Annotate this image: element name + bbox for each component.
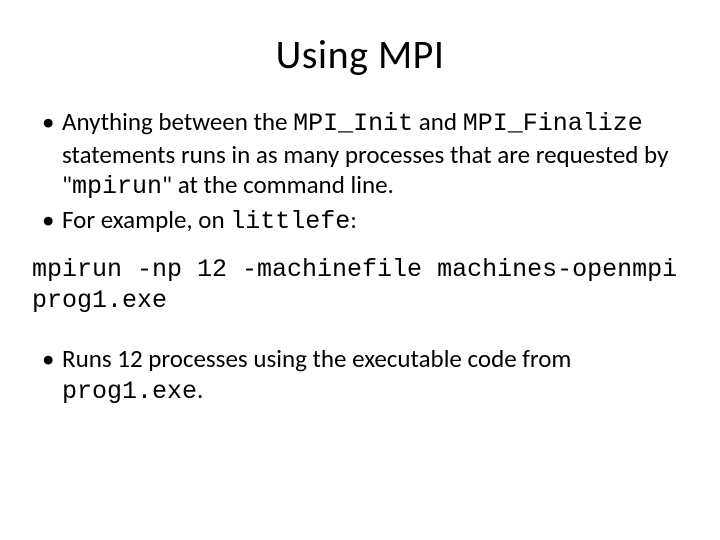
text: " at the command line. [162,169,394,200]
text: For example, on [62,204,230,235]
text: Anything between the [62,106,293,137]
bullet-item: Anything between the MPI_Init and MPI_Fi… [40,107,690,203]
code-inline: MPI_Finalize [463,109,643,138]
text: Runs 12 processes using the executable c… [62,343,571,374]
code-inline: mpirun [72,172,162,201]
slide: Using MPI Anything between the MPI_Init … [0,0,720,540]
code-inline: MPI_Init [293,109,413,138]
bullet-list-1: Anything between the MPI_Init and MPI_Fi… [30,107,690,237]
text: . [197,374,203,405]
text: : [350,204,357,235]
text: and [413,106,463,137]
bullet-item: For example, on littlefe: [40,205,690,238]
code-inline: littlefe [230,207,350,236]
bullet-list-2: Runs 12 processes using the executable c… [30,344,690,407]
slide-title: Using MPI [30,30,690,79]
bullet-item: Runs 12 processes using the executable c… [40,344,690,407]
command-line: mpirun -np 12 -machinefile machines-open… [32,255,690,316]
code-inline: prog1.exe [62,377,197,406]
